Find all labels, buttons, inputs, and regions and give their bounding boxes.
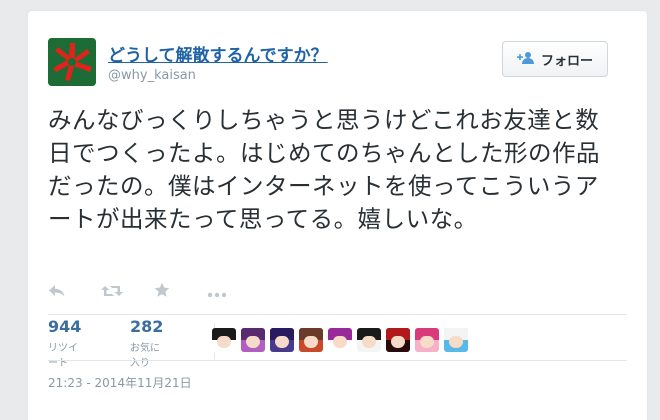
display-name[interactable]: どうして解散するんですか？: [108, 41, 328, 66]
favoriter-avatar[interactable]: [299, 328, 323, 352]
stats-divider-bottom: [48, 360, 627, 361]
more-button[interactable]: [207, 281, 260, 303]
avatar-face: [362, 336, 376, 348]
favoriter-avatar[interactable]: [212, 328, 236, 352]
stats-divider-top: [48, 314, 627, 315]
avatar-face: [420, 336, 434, 348]
favoriter-avatar[interactable]: [386, 328, 410, 352]
favoriter-avatar[interactable]: [444, 328, 468, 352]
avatar-face: [217, 336, 231, 348]
add-user-icon: [516, 50, 535, 69]
avatar[interactable]: [48, 38, 96, 86]
favoriter-avatar[interactable]: [357, 328, 381, 352]
retweet-icon: [101, 283, 123, 302]
avatar-face: [391, 336, 405, 348]
star-icon: [154, 282, 170, 302]
tweet-actions: [48, 281, 260, 303]
favoriter-avatars: [212, 328, 468, 352]
retweet-button[interactable]: [101, 281, 154, 303]
favorite-button[interactable]: [154, 281, 207, 303]
follow-button[interactable]: フォロー: [502, 41, 608, 77]
avatar-face: [333, 336, 347, 348]
reply-icon: [48, 283, 66, 302]
tweet-card: どうして解散するんですか？ @why_kaisan フォロー みんなびっくりしち…: [27, 10, 648, 420]
avatar-face: [304, 336, 318, 348]
user-handle[interactable]: @why_kaisan: [108, 68, 196, 83]
favoriter-avatar[interactable]: [328, 328, 352, 352]
favoriter-avatar[interactable]: [415, 328, 439, 352]
favorite-stat[interactable]: 282 お気に入り: [130, 317, 163, 369]
more-icon: [207, 283, 227, 302]
favoriter-avatar[interactable]: [270, 328, 294, 352]
tweet-timestamp[interactable]: 21:23 - 2014年11月21日: [48, 374, 192, 391]
favorite-count: 282: [130, 317, 164, 336]
avatar-face: [275, 336, 289, 348]
reply-button[interactable]: [48, 281, 101, 303]
retweet-count: 944: [48, 317, 82, 336]
tweet-text: みんなびっくりしちゃうと思うけどこれお友達と数日でつくったよ。はじめてのちゃんと…: [48, 106, 600, 233]
favorite-label: お気に入り: [130, 343, 160, 369]
avatar-face: [449, 336, 463, 348]
retweet-stat[interactable]: 944 リツイート: [48, 317, 81, 369]
favoriter-avatar[interactable]: [241, 328, 265, 352]
avatar-face: [246, 336, 260, 348]
avatar-logo-icon: [48, 38, 96, 86]
follow-button-label: フォロー: [540, 53, 593, 69]
retweet-label: リツイート: [48, 343, 78, 369]
